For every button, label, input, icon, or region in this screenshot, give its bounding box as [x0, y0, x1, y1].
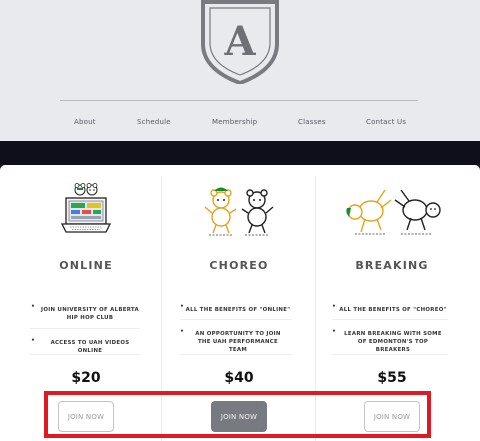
bullet-icon: •	[332, 328, 336, 335]
plan-name-choreo: CHOREO	[209, 259, 269, 272]
feature-divider	[332, 354, 448, 355]
feature-divider	[332, 319, 448, 320]
feature-item: ALL THE BENEFITS OF "CHOREO"	[339, 307, 447, 313]
header-divider	[60, 100, 418, 101]
highlight-box	[44, 391, 431, 438]
feature-divider	[30, 354, 140, 355]
nav-membership[interactable]: Membership	[212, 118, 257, 126]
plan-price-breaking: $55	[377, 370, 407, 386]
logo-letter: A	[223, 18, 256, 65]
feature-divider	[180, 354, 292, 355]
breakdancing-bears-icon	[346, 189, 441, 235]
laptop-bears-icon	[60, 183, 112, 233]
plan-name-breaking: BREAKING	[355, 259, 429, 272]
bullet-icon: •	[180, 328, 184, 335]
bullet-icon: •	[31, 303, 35, 310]
bullet-icon: •	[332, 303, 336, 310]
plan-price-choreo: $40	[224, 370, 254, 386]
dancing-bears-icon	[204, 187, 274, 236]
bullet-icon: •	[31, 337, 35, 344]
feature-divider	[30, 328, 140, 329]
feature-item: ACCESS TO UAH VIDEOS ONLINE	[50, 340, 130, 354]
nav-schedule[interactable]: Schedule	[137, 118, 171, 126]
plan-name-online: ONLINE	[59, 259, 113, 272]
feature-divider	[180, 319, 292, 320]
feature-item: AN OPPORTUNITY TO JOIN THE UAH PERFORMAN…	[195, 331, 281, 353]
nav-contact-us[interactable]: Contact Us	[366, 118, 406, 126]
nav-classes[interactable]: Classes	[298, 118, 326, 126]
club-crest-logo-icon[interactable]: A	[199, 0, 281, 84]
feature-item: ALL THE BENEFITS OF "ONLINE"	[185, 307, 291, 313]
feature-item: LEARN BREAKING WITH SOME OF EDMONTON'S T…	[344, 331, 442, 353]
plan-price-online: $20	[71, 370, 101, 386]
nav-about[interactable]: About	[74, 118, 96, 126]
feature-item: JOIN UNIVERSITY OF ALBERTA HIP HOP CLUB	[41, 307, 139, 321]
